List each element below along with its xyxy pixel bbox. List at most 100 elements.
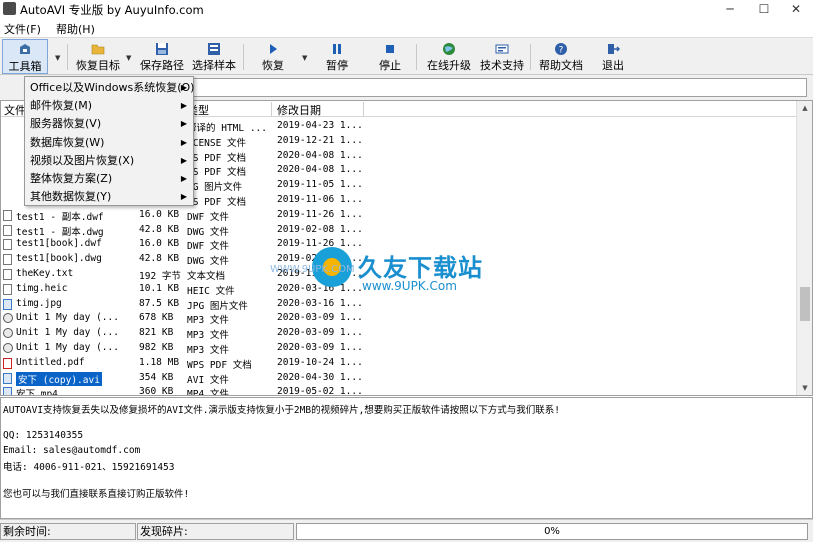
table-row[interactable]: 安下 (copy).avi 354 KB AVI 文件 2020-04-30 1... (1, 371, 797, 386)
toolbar-separator (67, 44, 68, 70)
stop-button[interactable]: 停止 (375, 39, 405, 74)
toolbox-icon (20, 44, 30, 54)
dropdown-item-label: 视频以及图片恢复(X) (30, 153, 135, 167)
progress-text: 0% (544, 526, 560, 537)
file-icon (3, 254, 12, 266)
pause-button[interactable]: 暂停 (322, 39, 352, 74)
file-name: Unit 1 My day (... (16, 312, 119, 324)
file-date: 2019-10-24 1... (277, 356, 363, 368)
file-type: WPS PDF 文档 (187, 359, 252, 371)
menu-help[interactable]: 帮助(H) (56, 21, 95, 37)
file-type: PG 图片文件 (187, 182, 243, 194)
dropdown-item[interactable]: 整体恢复方案(Z) ▶ (25, 170, 193, 188)
file-size: 16.0 KB (139, 208, 180, 220)
close-button[interactable]: ✕ (779, 0, 813, 18)
table-row[interactable]: Untitled.pdf 1.18 MB WPS PDF 文档 2019-10-24 … (1, 356, 797, 371)
toolbar-separator (243, 44, 244, 70)
dropdown-item-label: 服务器恢复(V) (30, 117, 102, 131)
dropdown-item[interactable]: 服务器恢复(V) ▶ (25, 115, 193, 133)
file-date: 2019-05-02 1... (277, 386, 363, 396)
file-size: 1.18 MB (139, 356, 180, 368)
table-row[interactable]: test1 - 副本.dwg 42.8 KB DWG 文件 2019-02-08 1.… (1, 223, 797, 238)
file-type: DWG 文件 (187, 256, 229, 268)
dropdown-item[interactable]: Office以及Windows系统恢复(O) ▶ (25, 79, 195, 97)
toolbar: 工具箱 ▼ 恢复目标 ▼ 保存路径 选择样本 恢复 ▼ 暂停 停止 在线升级 技… (0, 37, 813, 75)
dropdown-item[interactable]: 视频以及图片恢复(X) ▶ (25, 152, 193, 170)
path-input[interactable] (190, 78, 807, 97)
app-icon (3, 2, 16, 15)
file-date: 2020-04-08 1... (277, 164, 363, 176)
tech-support-button[interactable]: 技术支持 (478, 39, 526, 74)
globe-icon (443, 43, 455, 55)
maximize-button[interactable]: ☐ (747, 0, 781, 18)
vertical-scrollbar[interactable]: ▲ ▼ (796, 101, 812, 395)
toolbox-button[interactable]: 工具箱 (2, 39, 48, 74)
recover-button[interactable]: 恢复 (258, 39, 288, 74)
table-row[interactable]: Unit 1 My day (... 678 KB MP3 文件 2020-03-09… (1, 311, 797, 326)
select-sample-button[interactable]: 选择样本 (190, 39, 238, 74)
dropdown-item-label: Office以及Windows系统恢复(O) (30, 81, 195, 94)
audio-file-icon (3, 328, 13, 339)
table-row[interactable]: Unit 1 My day (... 821 KB MP3 文件 2020-03-09… (1, 326, 797, 341)
file-name: 安下.mp4 (16, 389, 58, 396)
submenu-arrow-icon: ▶ (180, 174, 187, 183)
pdf-file-icon (3, 357, 12, 369)
help-doc-label: 帮助文档 (539, 59, 583, 72)
file-size: 360 KB (139, 386, 174, 396)
table-row[interactable]: test1 - 副本.dwf 16.0 KB DWF 文件 2019-11-26 1.… (1, 208, 797, 223)
file-size: 982 KB (139, 342, 174, 353)
table-row[interactable]: Unit 1 My day (... 982 KB MP3 文件 2020-03-09… (1, 341, 797, 356)
file-type: PS PDF 文档 (187, 167, 247, 179)
online-upgrade-button[interactable]: 在线升级 (425, 39, 473, 74)
scroll-up-icon[interactable]: ▲ (797, 101, 812, 115)
file-date: 2019-02-08 1... (277, 223, 363, 235)
minimize-button[interactable]: ─ (713, 0, 747, 18)
info-panel[interactable]: AUTOAVI支持恢复丢失以及修复损坏的AVI文件.演示版支持恢复小于2MB的视… (0, 397, 813, 519)
pause-label: 暂停 (326, 59, 348, 72)
found-fragments: 发现碎片: (137, 523, 294, 540)
audio-file-icon (3, 313, 13, 324)
exit-label: 退出 (602, 59, 624, 72)
save-path-label: 保存路径 (140, 59, 184, 72)
watermark-url-alt: WWW.9UPK.COM (270, 264, 355, 275)
watermark: WWW.9UPK.COM 久友下载站 www.9UPK.Com (270, 244, 506, 304)
file-size: 821 KB (139, 327, 174, 339)
file-size: 87.5 KB (139, 297, 180, 309)
dropdown-item[interactable]: 其他数据恢复(Y) ▶ (25, 188, 193, 206)
file-type: 文本文档 (187, 271, 226, 282)
support-icon (495, 44, 509, 54)
recover-label: 恢复 (262, 59, 284, 72)
file-date: 2020-03-09 1... (277, 342, 363, 353)
save-path-button[interactable]: 保存路径 (139, 39, 185, 74)
recover-target-dropdown-arrow[interactable]: ▼ (126, 54, 131, 62)
column-divider[interactable] (363, 102, 364, 116)
recover-dropdown-arrow[interactable]: ▼ (302, 54, 307, 62)
file-type: DWF 文件 (187, 211, 229, 223)
info-line: 电话: 4006-911-021、15921691453 (3, 462, 175, 473)
recover-target-button[interactable]: 恢复目标 (74, 39, 122, 74)
media-file-icon (3, 298, 12, 310)
file-size: 42.8 KB (139, 223, 180, 235)
window-title: AutoAVI 专业版 by AuyuInfo.com (20, 3, 204, 17)
toolbox-label: 工具箱 (8, 60, 42, 73)
file-size: 192 字节 (139, 271, 181, 282)
file-name: test1 - 副本.dwg (16, 226, 104, 238)
toolbar-separator (416, 44, 417, 70)
info-line: QQ: 1253140355 (3, 430, 84, 441)
exit-icon (608, 44, 620, 54)
svg-text:?: ? (559, 46, 564, 56)
dropdown-item[interactable]: 邮件恢复(M) ▶ (25, 97, 193, 115)
menu-file[interactable]: 文件(F) (4, 21, 41, 37)
file-icon (3, 283, 12, 295)
scroll-thumb[interactable] (800, 287, 810, 321)
exit-button[interactable]: 退出 (598, 39, 628, 74)
column-header-date[interactable]: 修改日期 (277, 102, 321, 118)
toolbox-dropdown-arrow[interactable]: ▼ (55, 54, 60, 62)
scroll-down-icon[interactable]: ▼ (797, 381, 812, 395)
file-name: Unit 1 My day (... (16, 327, 119, 339)
help-doc-button[interactable]: ? 帮助文档 (537, 39, 585, 74)
column-divider[interactable] (271, 102, 272, 116)
submenu-arrow-icon: ▶ (180, 155, 187, 165)
table-row[interactable]: 安下.mp4 360 KB MP4 文件 2019-05-02 1... (1, 385, 797, 396)
dropdown-item[interactable]: 数据库恢复(W) ▶ (25, 134, 193, 152)
